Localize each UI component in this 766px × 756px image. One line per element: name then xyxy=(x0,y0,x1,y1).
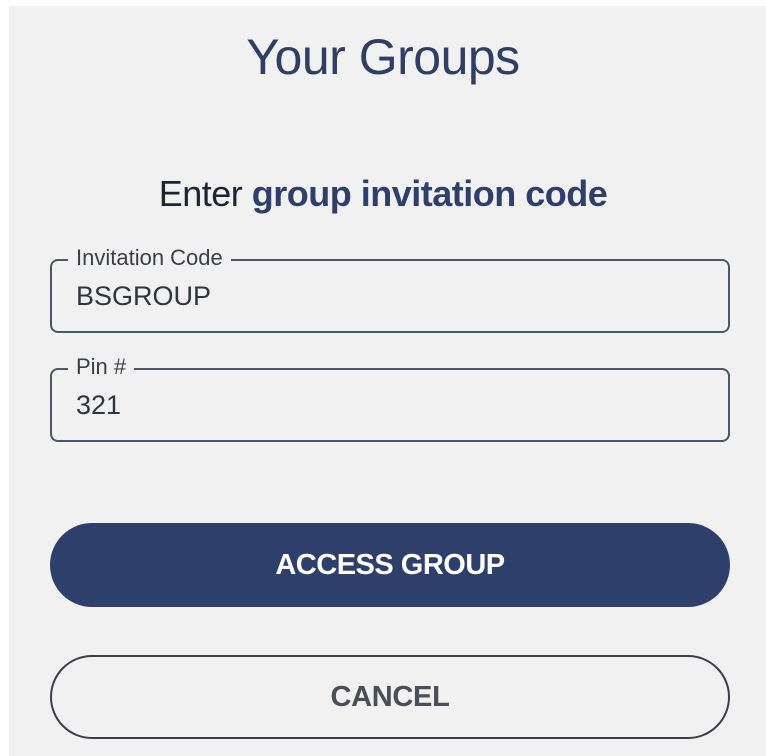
invitation-code-field[interactable]: Invitation Code BSGROUP xyxy=(50,243,730,333)
instruction-prefix: Enter xyxy=(158,173,252,214)
page: Your Groups Enter group invitation code … xyxy=(0,0,766,756)
instruction-emphasis: group invitation code xyxy=(251,173,608,214)
pin-field[interactable]: Pin # 321 xyxy=(50,352,730,442)
cancel-button[interactable]: CANCEL xyxy=(50,655,730,739)
pin-label: Pin # xyxy=(68,352,135,382)
page-title: Your Groups xyxy=(246,29,520,85)
access-group-button[interactable]: ACCESS GROUP xyxy=(50,523,730,607)
instruction-text: Enter group invitation code xyxy=(0,173,766,215)
invitation-code-value[interactable]: BSGROUP xyxy=(76,281,211,312)
invitation-code-label: Invitation Code xyxy=(68,243,231,273)
pin-value[interactable]: 321 xyxy=(76,390,121,421)
